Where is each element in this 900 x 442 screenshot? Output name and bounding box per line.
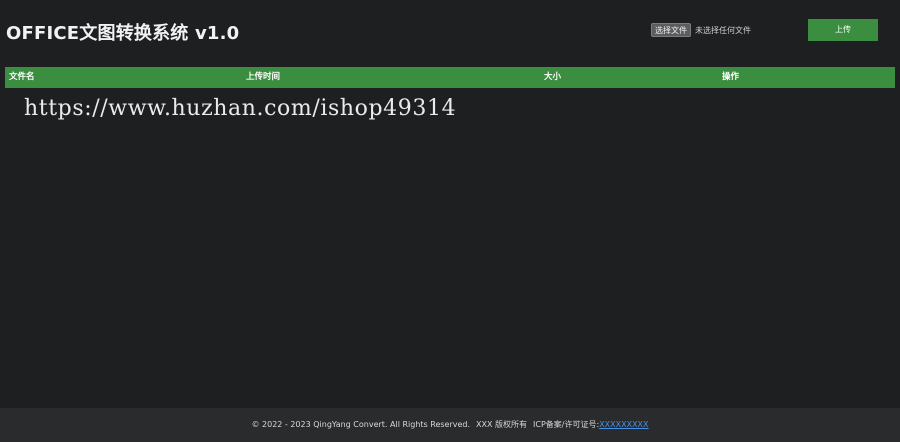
footer-icp-label: ICP备案/许可证号: <box>533 420 600 429</box>
footer-rights: XXX 版权所有 <box>476 420 528 429</box>
file-table: 文件名 上传时间 大小 操作 <box>5 67 895 88</box>
app-header: OFFICE文图转换系统 v1.0 选择文件 未选择任何文件 上传 <box>0 0 900 62</box>
column-header-actions: 操作 <box>722 72 740 82</box>
watermark-url: https://www.huzhan.com/ishop49314 <box>24 96 457 121</box>
upload-button[interactable]: 上传 <box>808 19 878 41</box>
column-header-filename: 文件名 <box>9 72 35 82</box>
icp-number-link[interactable]: XXXXXXXXX <box>599 420 648 429</box>
choose-file-button[interactable]: 选择文件 <box>651 23 691 37</box>
table-header-row: 文件名 上传时间 大小 操作 <box>5 67 895 88</box>
page-title: OFFICE文图转换系统 v1.0 <box>6 23 240 44</box>
footer-copyright: © 2022 - 2023 QingYang Convert. All Righ… <box>251 420 471 429</box>
file-status-text: 未选择任何文件 <box>695 25 751 35</box>
app-footer: © 2022 - 2023 QingYang Convert. All Righ… <box>0 408 900 442</box>
file-picker[interactable]: 选择文件 未选择任何文件 <box>651 23 751 37</box>
column-header-size: 大小 <box>544 72 562 82</box>
column-header-upload-time: 上传时间 <box>246 72 281 82</box>
